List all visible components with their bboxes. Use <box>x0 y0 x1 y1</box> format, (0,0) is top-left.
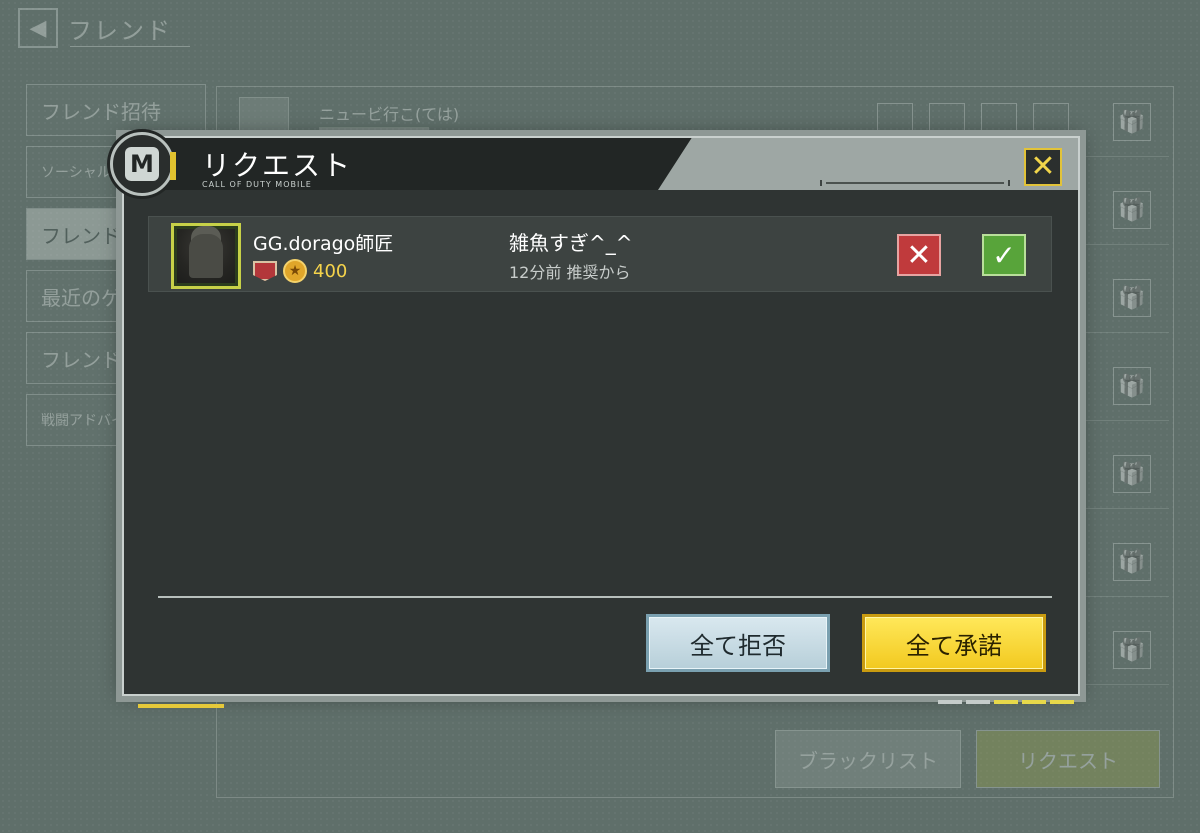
requester-meta: ★ 400 <box>253 259 347 283</box>
friend-name: ニュービ行こ(ては) <box>319 105 460 124</box>
gift-icon <box>1113 191 1151 229</box>
sidebar-item-invite: フレンド招待 <box>26 84 206 136</box>
requester-level: 400 <box>313 260 348 282</box>
reject-all-button[interactable]: 全て拒否 <box>646 614 830 672</box>
logo-emblem: M <box>125 147 159 181</box>
request-message: 雑魚すぎ^_^ <box>509 231 633 255</box>
gift-icon <box>1113 543 1151 581</box>
request-row: GG.dorago師匠 ★ 400 雑魚すぎ^_^ 12分前 推奨から ✕ ✓ <box>148 216 1052 292</box>
accept-all-button[interactable]: 全て承諾 <box>862 614 1046 672</box>
gift-icon <box>1113 103 1151 141</box>
divider <box>158 596 1052 598</box>
requester-name: GG.dorago師匠 <box>253 233 394 255</box>
request-time: 12分前 推奨から <box>509 263 631 282</box>
star-level-icon: ★ <box>283 259 307 283</box>
footer-accent <box>138 704 224 708</box>
soldier-figure-icon <box>189 234 223 278</box>
header-decoration <box>820 180 1010 186</box>
reject-button[interactable]: ✕ <box>897 234 941 276</box>
cross-icon: ✕ <box>906 237 932 273</box>
footer-progress-strip <box>938 700 1074 704</box>
game-logo-icon: M <box>110 132 174 196</box>
avatar[interactable] <box>171 223 241 289</box>
header-underline <box>70 46 190 47</box>
accept-button[interactable]: ✓ <box>982 234 1026 276</box>
logo-accent <box>170 152 176 180</box>
close-icon: ✕ <box>1030 149 1056 184</box>
gift-icon <box>1113 631 1151 669</box>
blacklist-button: ブラックリスト <box>775 730 961 788</box>
close-button[interactable]: ✕ <box>1024 148 1062 186</box>
request-dialog: リクエスト CALL OF DUTY MOBILE ✕ M GG.dorago師… <box>110 132 1080 708</box>
dialog-subtitle: CALL OF DUTY MOBILE <box>202 180 312 189</box>
back-arrow-icon: ◀ <box>18 8 58 48</box>
gift-icon <box>1113 279 1151 317</box>
background-header: ◀ フレンド <box>18 8 172 48</box>
request-tab-button: リクエスト <box>976 730 1160 788</box>
rank-badge-icon <box>253 261 277 281</box>
background-title: フレンド <box>68 16 172 45</box>
dialog-title: リクエスト <box>202 149 353 182</box>
row-actions <box>877 103 1069 139</box>
dialog-header: リクエスト CALL OF DUTY MOBILE ✕ <box>124 138 1078 190</box>
gift-icon <box>1113 367 1151 405</box>
gift-icon <box>1113 455 1151 493</box>
checkmark-icon: ✓ <box>992 238 1016 272</box>
